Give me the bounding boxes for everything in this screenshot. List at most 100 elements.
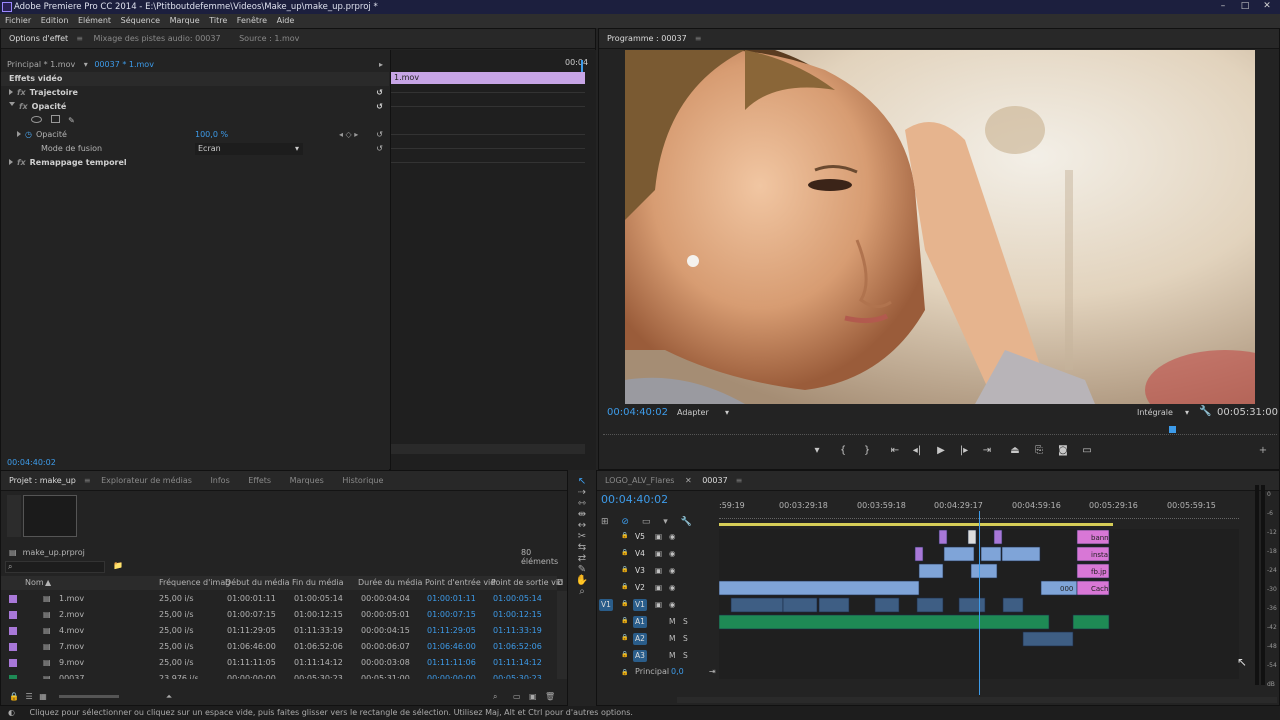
timeline-playhead[interactable]	[979, 511, 980, 695]
track-target-v5[interactable]: V5	[633, 531, 647, 543]
mute-button[interactable]: M	[669, 651, 675, 660]
timeline-clip[interactable]	[916, 597, 944, 613]
rolling-edit-tool-icon[interactable]: ⇹	[570, 509, 594, 520]
timeline-clip[interactable]	[1002, 597, 1024, 613]
expand-triangle-icon[interactable]	[9, 159, 13, 165]
project-thumbnail[interactable]	[23, 495, 77, 537]
label-color-swatch[interactable]	[9, 611, 17, 619]
lock-icon[interactable]: 🔒	[621, 669, 628, 676]
track-target-v4[interactable]: V4	[633, 548, 647, 560]
settings-wrench-icon[interactable]: 🔧	[681, 517, 692, 527]
sequence-clip-link[interactable]: 00037 * 1.mov	[94, 60, 154, 69]
lock-icon[interactable]: 🔒	[9, 692, 19, 701]
extract-icon[interactable]: ⎘	[1031, 445, 1047, 456]
master-volume-value[interactable]: 0,0	[671, 667, 684, 676]
rectangle-mask-icon[interactable]	[50, 115, 60, 123]
mute-button[interactable]: M	[669, 617, 675, 626]
col-name[interactable]: Nom	[25, 576, 44, 590]
lock-icon[interactable]: 🔒	[621, 600, 628, 607]
col-media-start[interactable]: Début du média	[225, 576, 290, 590]
sync-lock-icon[interactable]: ▣	[655, 600, 662, 609]
menu-fichier[interactable]: Fichier	[5, 16, 31, 25]
fx-icon[interactable]: fx	[17, 158, 26, 167]
col-d[interactable]: D	[557, 576, 563, 590]
tab-source[interactable]: Source : 1.mov	[231, 29, 307, 48]
col-video-out[interactable]: Point de sortie vid	[491, 576, 563, 590]
lock-icon[interactable]: 🔒	[621, 549, 628, 556]
table-row[interactable]: ▤ 7.mov 25,00 i/s 01:06:46:00 01:06:52:06 00:…	[1, 639, 557, 655]
solo-button[interactable]: S	[683, 634, 688, 643]
clear-icon[interactable]: 🗑	[545, 689, 555, 705]
eye-icon[interactable]: ◉	[669, 600, 676, 609]
reset-icon[interactable]: ↺	[376, 128, 383, 142]
timeline-clip[interactable]	[1072, 614, 1110, 630]
effect-row-opacite[interactable]: fx Opacité ↺	[1, 100, 389, 114]
col-media-duration[interactable]: Durée du média	[358, 576, 422, 590]
rate-stretch-tool-icon[interactable]: ↔	[570, 520, 594, 531]
timeline-clip[interactable]	[718, 614, 1050, 630]
out-point-icon[interactable]: }	[859, 445, 875, 456]
expand-triangle-icon[interactable]	[17, 131, 21, 137]
label-color-swatch[interactable]	[9, 659, 17, 667]
track-target-a1[interactable]: A1	[633, 616, 647, 628]
sync-lock-icon[interactable]: ▣	[655, 566, 662, 575]
new-bin-icon[interactable]: 📁	[113, 561, 123, 570]
col-media-end[interactable]: Fin du média	[292, 576, 343, 590]
timeline-clip[interactable]	[970, 563, 998, 579]
reset-icon[interactable]: ↺	[376, 86, 383, 100]
automate-icon[interactable]: ⏶	[166, 692, 172, 701]
effect-timecode[interactable]: 00:04:40:02	[7, 458, 56, 467]
step-back-icon[interactable]: ◂|	[909, 445, 925, 456]
export-frame-icon[interactable]: ◙	[1055, 445, 1071, 456]
track-target-a2[interactable]: A2	[633, 633, 647, 645]
master-expand-icon[interactable]: ⇥	[709, 667, 716, 676]
table-row[interactable]: ▤ 9.mov 25,00 i/s 01:11:11:05 01:11:14:12 00:…	[1, 655, 557, 671]
eye-icon[interactable]: ◉	[669, 549, 676, 558]
menu-fenetre[interactable]: Fenêtre	[237, 16, 267, 25]
table-row[interactable]: ▤ 2.mov 25,00 i/s 01:00:07:15 01:00:12:15 00:…	[1, 607, 557, 623]
pen-mask-icon[interactable]: ✎	[68, 116, 75, 125]
close-tab-icon[interactable]: ✕	[685, 476, 692, 485]
menu-edition[interactable]: Edition	[41, 16, 69, 25]
timeline-clip[interactable]	[874, 597, 900, 613]
slide-tool-icon[interactable]: ⇄	[570, 553, 594, 564]
timeline-clip[interactable]	[967, 529, 977, 545]
track-target-v1[interactable]: V1	[633, 599, 647, 611]
collapse-triangle-icon[interactable]	[9, 102, 15, 109]
keyframe-nav-icon[interactable]: ◂ ◇ ▸	[339, 128, 358, 142]
tab-logo-sequence[interactable]: LOGO_ALV_Flares	[597, 471, 682, 490]
effect-row-remappage[interactable]: fx Remappage temporel	[1, 156, 389, 170]
tab-history[interactable]: Historique	[334, 471, 391, 490]
lock-icon[interactable]: 🔒	[621, 651, 628, 658]
menu-element[interactable]: Elément	[78, 16, 111, 25]
table-row[interactable]: ▤ 1.mov 25,00 i/s 01:00:01:11 01:00:05:14 00:…	[1, 591, 557, 607]
tab-markers[interactable]: Marques	[282, 471, 332, 490]
mute-button[interactable]: M	[669, 634, 675, 643]
stopwatch-icon[interactable]: ◷	[25, 130, 32, 139]
eye-icon[interactable]: ◉	[669, 532, 676, 541]
clip-bar[interactable]: 1.mov	[391, 72, 585, 84]
step-forward-icon[interactable]: |▸	[956, 445, 972, 456]
opacity-value[interactable]: 100,0 %	[195, 128, 228, 142]
eye-icon[interactable]: ◉	[669, 566, 676, 575]
col-fps[interactable]: Fréquence d'imag	[159, 576, 230, 590]
program-playhead[interactable]	[1169, 426, 1176, 433]
dropdown-arrow-icon[interactable]: ▾	[1185, 407, 1189, 419]
project-search-input[interactable]: ⌕	[5, 561, 105, 573]
go-to-out-icon[interactable]: ⇥	[979, 445, 995, 456]
timeline-scrollbar[interactable]	[677, 697, 1277, 703]
source-patch-v1[interactable]: V1	[599, 599, 613, 611]
ripple-edit-tool-icon[interactable]: ⇿	[570, 498, 594, 509]
sync-lock-icon[interactable]: ▣	[655, 532, 662, 541]
track-target-a3[interactable]: A3	[633, 650, 647, 662]
timeline-clip[interactable]	[958, 597, 986, 613]
tab-project[interactable]: Projet : make_up	[1, 471, 84, 490]
track-target-v3[interactable]: V3	[633, 565, 647, 577]
program-video-frame[interactable]	[625, 50, 1255, 404]
menu-sequence[interactable]: Séquence	[121, 16, 160, 25]
sync-lock-icon[interactable]: ▣	[655, 549, 662, 558]
tab-media-browser[interactable]: Explorateur de médias	[93, 471, 200, 490]
minimize-button[interactable]: –	[1212, 0, 1234, 12]
quality-select[interactable]: Intégrale ▾	[1137, 407, 1191, 419]
tab-effect-options[interactable]: Options d'effet	[1, 29, 76, 48]
